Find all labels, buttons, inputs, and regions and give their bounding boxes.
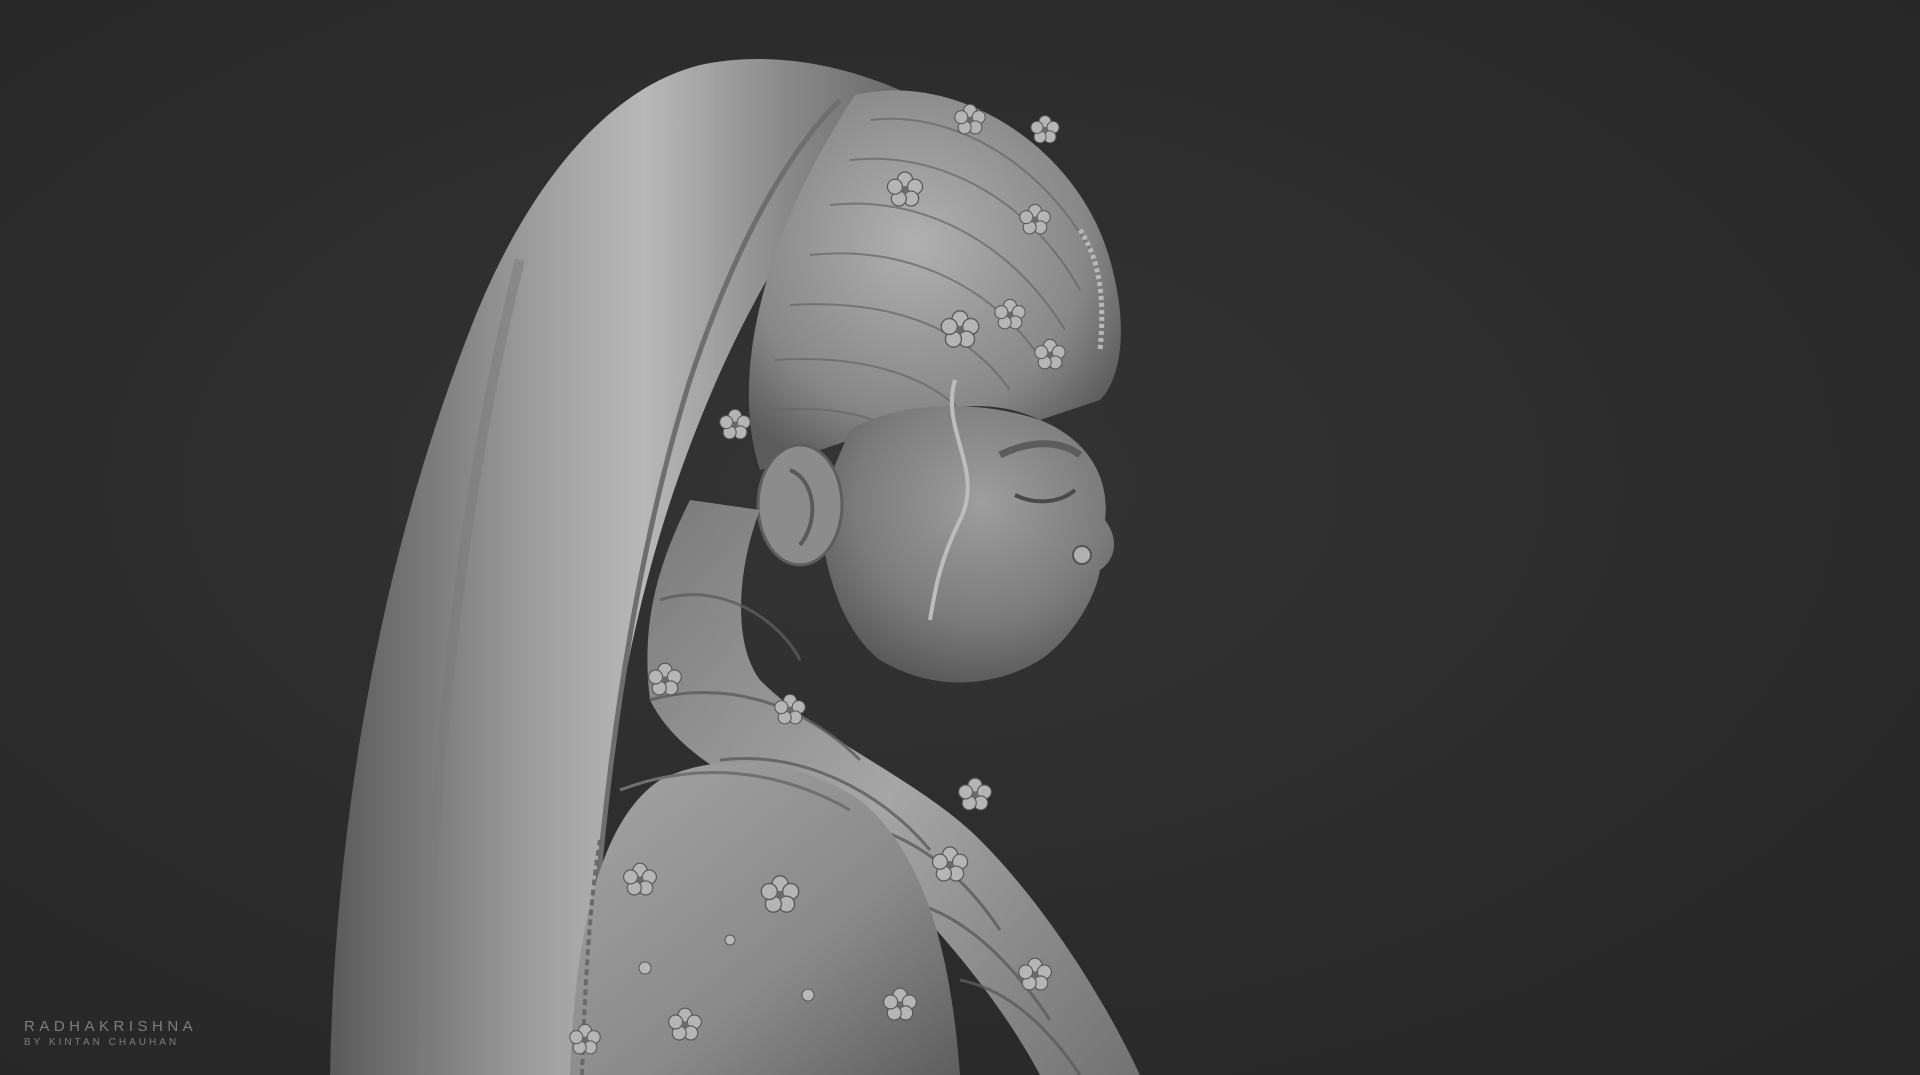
- render-caption: RADHAKRISHNA BY KINTAN CHAUHAN: [24, 1018, 197, 1050]
- render-viewport: RADHAKRISHNA BY KINTAN CHAUHAN: [0, 0, 1920, 1075]
- artist-credit: BY KINTAN CHAUHAN: [24, 1037, 180, 1048]
- clay-bust-render: [330, 59, 1140, 1075]
- artwork-title: RADHAKRISHNA: [24, 1018, 198, 1035]
